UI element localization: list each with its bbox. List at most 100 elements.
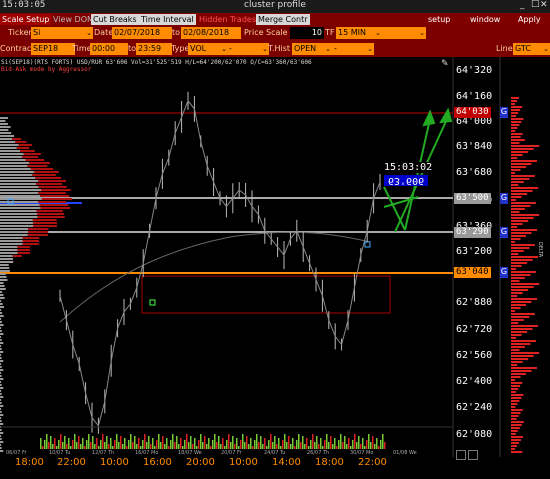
- delta-profile-bar: [511, 289, 529, 291]
- tab-view-dom[interactable]: View DOM: [51, 14, 96, 25]
- delta-profile-bar: [511, 415, 519, 417]
- volume-bar: [182, 446, 184, 449]
- volume-profile-bar: [0, 363, 2, 365]
- type-select[interactable]: VOL ⌄: [188, 43, 228, 55]
- volume-bar: [316, 436, 318, 449]
- volume-bar: [88, 434, 90, 449]
- time-from-field[interactable]: 00:00: [90, 43, 128, 55]
- volume-bar: [60, 434, 62, 449]
- time-tick-label: 16:00: [143, 457, 172, 468]
- volume-bar: [210, 446, 212, 449]
- volume-bar: [380, 440, 382, 449]
- delta-profile-bar: [511, 451, 523, 453]
- tab-hidden-trades[interactable]: Hidden Trades: [197, 14, 258, 25]
- delta-profile-bar: [511, 175, 535, 177]
- volume-profile-bar: [28, 228, 49, 230]
- volume-profile-bar: [0, 339, 2, 341]
- delta-profile-bar: [511, 142, 520, 144]
- volume-profile-bar: [0, 177, 36, 179]
- volume-bar: [82, 438, 84, 449]
- chart-area[interactable]: Si(SEP18)(RTS FORTS) USD/RUR 63'606 Vol=…: [0, 57, 550, 479]
- volume-bar: [102, 434, 104, 449]
- delta-profile-bar: [511, 103, 515, 105]
- volume-bar: [112, 446, 114, 449]
- volume-profile-bar: [0, 447, 2, 449]
- volume-profile-bar: [0, 189, 41, 191]
- delta-profile-bar: [511, 244, 535, 246]
- delta-profile-bar: [511, 232, 532, 234]
- instrument-info: Si(SEP18)(RTS FORTS) USD/RUR 63'606 Vol=…: [1, 59, 312, 66]
- volume-bar: [318, 444, 320, 449]
- date-to-field[interactable]: 02/08/2018: [181, 27, 241, 39]
- minimize-icon[interactable]: _: [520, 0, 525, 10]
- delta-profile-bar: [511, 121, 522, 123]
- volume-bar: [350, 446, 352, 449]
- time-to-field[interactable]: 23:59: [136, 43, 172, 55]
- tab-cut-breaks[interactable]: Cut Breaks: [91, 14, 139, 25]
- delta-profile: [511, 97, 540, 453]
- volume-bar: [126, 446, 128, 449]
- ticker-label: Ticker: [8, 28, 32, 37]
- volume-profile-bar: [0, 423, 4, 425]
- volume-bar: [180, 438, 182, 449]
- delta-profile-bar: [511, 226, 518, 228]
- volume-profile-bar: [0, 327, 2, 329]
- price-scale-field[interactable]: 10: [290, 27, 324, 39]
- volume-bar: [260, 436, 262, 449]
- nav-box[interactable]: [468, 450, 478, 460]
- line-select[interactable]: GTC ⌄: [513, 43, 550, 55]
- volume-profile-bar: [12, 138, 22, 140]
- volume-profile-bar: [17, 246, 31, 248]
- thist-select[interactable]: OPEN ⌄: [292, 43, 332, 55]
- volume-bar: [108, 444, 110, 449]
- volume-bar: [80, 444, 82, 449]
- nav-box[interactable]: [456, 450, 466, 460]
- volume-bar: [272, 442, 274, 449]
- volume-profile-bar: [0, 168, 31, 170]
- date-from-field[interactable]: 02/07/2018: [112, 27, 172, 39]
- volume-bar: [204, 436, 206, 449]
- delta-profile-bar: [511, 409, 523, 411]
- volume-bar: [148, 436, 150, 449]
- volume-bar: [314, 442, 316, 449]
- delta-profile-bar: [511, 325, 539, 327]
- level-500-label: 63'500: [454, 193, 491, 204]
- type-extra-select[interactable]: - ⌄: [227, 43, 269, 55]
- delta-profile-bar: [511, 277, 525, 279]
- volume-bar: [110, 438, 112, 449]
- tf-select[interactable]: 15 MIN ⌄: [336, 27, 382, 39]
- volume-profile-bar: [0, 228, 29, 230]
- volume-profile-bar: [36, 210, 63, 212]
- apply-button[interactable]: Apply: [516, 14, 543, 25]
- volume-profile-bar: [0, 402, 2, 404]
- close-icon[interactable]: ✕: [540, 0, 548, 10]
- volume-bar: [284, 434, 286, 449]
- volume-bar: [46, 434, 48, 449]
- tab-merge-contr[interactable]: Merge Contr: [256, 14, 310, 25]
- tf-extra-select[interactable]: ⌄: [382, 27, 426, 39]
- volume-profile-bar: [0, 129, 9, 131]
- volume-bar: [162, 436, 164, 449]
- thist-extra-select[interactable]: - ⌄: [332, 43, 374, 55]
- current-time-label: 15:03:02: [384, 162, 433, 173]
- volume-bar: [270, 434, 272, 449]
- contract-field[interactable]: SEP18: [31, 43, 75, 55]
- volume-bar: [300, 442, 302, 449]
- time-tick-label: 14:00: [272, 457, 301, 468]
- line-label: Line: [496, 44, 513, 53]
- volume-profile-bar: [32, 219, 57, 221]
- setup-menu[interactable]: setup: [426, 14, 452, 25]
- volume-bar: [286, 442, 288, 449]
- pencil-icon[interactable]: ✎: [441, 59, 449, 69]
- ticker-select[interactable]: Si ⌄: [31, 27, 93, 39]
- volume-bar: [194, 438, 196, 449]
- volume-bar: [354, 434, 356, 449]
- maximize-icon[interactable]: □: [531, 0, 540, 9]
- tab-time-interval[interactable]: Time Interval: [139, 14, 196, 25]
- delta-profile-bar: [511, 406, 516, 408]
- volume-bar: [332, 444, 334, 449]
- delta-profile-bar: [511, 385, 521, 387]
- tab-scale-setup[interactable]: Scale Setup: [0, 14, 52, 25]
- window-menu[interactable]: window: [468, 14, 502, 25]
- volume-bar: [94, 444, 96, 449]
